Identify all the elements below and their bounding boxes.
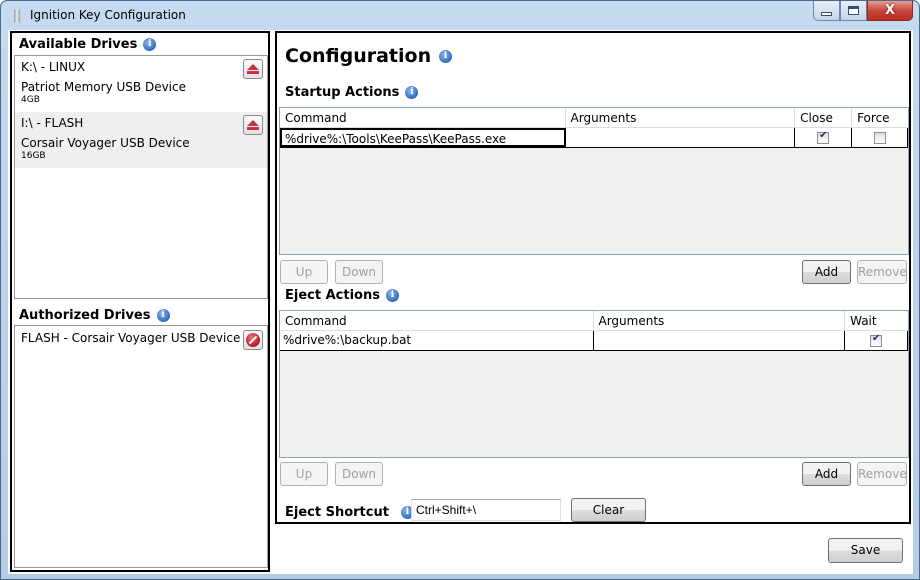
arguments-cell[interactable]: [594, 331, 846, 350]
startup-up-button[interactable]: Up: [280, 260, 328, 284]
app-window: Ignition Key Configuration X Available D…: [0, 0, 920, 580]
maximize-icon: [848, 6, 859, 15]
startup-down-button[interactable]: Down: [335, 260, 383, 284]
drive-item[interactable]: I:\ - FLASH Corsair Voyager USB Device 1…: [15, 112, 267, 168]
authorized-drives-title: Authorized Drives: [19, 308, 151, 323]
eject-up-button[interactable]: Up: [280, 462, 328, 486]
configuration-panel: Configuration i Startup Actions i Comman…: [275, 31, 911, 524]
column-header-force[interactable]: Force: [852, 108, 908, 127]
info-icon[interactable]: i: [439, 49, 453, 63]
close-button[interactable]: X: [867, 1, 913, 21]
drives-panel: Available Drives i K:\ - LINUX Patriot M…: [10, 31, 270, 572]
usb-key-icon: [14, 9, 20, 23]
close-checkbox[interactable]: [817, 130, 830, 144]
arguments-cell[interactable]: [566, 128, 796, 147]
eject-shortcut-label: Eject Shortcut: [285, 505, 389, 520]
force-cell: [852, 128, 908, 147]
eject-down-button[interactable]: Down: [335, 462, 383, 486]
startup-add-button[interactable]: Add: [802, 260, 851, 284]
command-cell[interactable]: %drive%:\backup.bat: [280, 331, 594, 350]
drive-label: K:\ - LINUX: [21, 60, 86, 74]
grid-header: Command Arguments Close Force: [280, 108, 908, 128]
startup-actions-header: Startup Actions i: [285, 85, 419, 100]
info-icon[interactable]: i: [143, 38, 157, 51]
close-icon: X: [884, 3, 896, 18]
eject-button[interactable]: [243, 115, 263, 135]
info-icon[interactable]: i: [405, 86, 419, 99]
eject-shortcut-input[interactable]: [411, 499, 561, 521]
drive-item[interactable]: K:\ - LINUX Patriot Memory USB Device 4G…: [15, 56, 267, 112]
command-cell[interactable]: %drive%:\Tools\KeePass\KeePass.exe: [280, 128, 566, 147]
force-checkbox[interactable]: [873, 131, 886, 144]
drive-device: Corsair Voyager USB Device: [21, 136, 190, 150]
available-drives-header: Available Drives i: [19, 37, 157, 52]
eject-actions-grid[interactable]: Command Arguments Wait %drive%:\backup.b…: [279, 310, 909, 458]
table-row[interactable]: %drive%:\Tools\KeePass\KeePass.exe: [280, 128, 908, 148]
configuration-header: Configuration i: [285, 45, 453, 67]
window-controls: X: [813, 1, 913, 21]
title-bar[interactable]: Ignition Key Configuration X: [1, 1, 919, 31]
eject-shortcut-header: Eject Shortcut i: [285, 505, 414, 520]
available-drives-title: Available Drives: [19, 37, 138, 52]
grid-header: Command Arguments Wait: [280, 311, 908, 331]
eject-add-button[interactable]: Add: [802, 462, 851, 486]
available-drives-list[interactable]: K:\ - LINUX Patriot Memory USB Device 4G…: [14, 55, 268, 299]
wait-checkbox[interactable]: [870, 333, 883, 347]
eject-actions-title: Eject Actions: [285, 288, 380, 303]
drive-size: 16GB: [21, 151, 46, 161]
eject-icon: [247, 64, 259, 74]
startup-actions-grid[interactable]: Command Arguments Close Force %drive%:\T…: [279, 107, 909, 255]
authorized-drive-item[interactable]: FLASH - Corsair Voyager USB Device: [15, 326, 267, 352]
column-header-command[interactable]: Command: [280, 108, 566, 127]
eject-icon: [247, 120, 259, 130]
maximize-button[interactable]: [840, 1, 867, 21]
block-icon: [246, 333, 260, 347]
close-cell: [795, 128, 853, 147]
authorized-drive-label: FLASH - Corsair Voyager USB Device: [21, 331, 241, 345]
info-icon[interactable]: i: [156, 309, 170, 322]
column-header-wait[interactable]: Wait: [845, 311, 908, 330]
table-row[interactable]: %drive%:\backup.bat: [280, 331, 908, 351]
drive-device: Patriot Memory USB Device: [21, 80, 186, 94]
info-icon[interactable]: i: [385, 289, 399, 302]
wait-cell: [845, 331, 908, 350]
eject-actions-header: Eject Actions i: [285, 288, 399, 303]
configuration-title: Configuration: [285, 45, 432, 67]
column-header-command[interactable]: Command: [280, 311, 594, 330]
startup-actions-title: Startup Actions: [285, 85, 400, 100]
clear-shortcut-button[interactable]: Clear: [571, 498, 646, 522]
column-header-close[interactable]: Close: [795, 108, 853, 127]
column-header-arguments[interactable]: Arguments: [594, 311, 846, 330]
eject-button[interactable]: [243, 59, 263, 79]
authorized-drives-header: Authorized Drives i: [19, 308, 170, 323]
startup-remove-button[interactable]: Remove: [857, 260, 907, 284]
minimize-button[interactable]: [813, 1, 840, 21]
drive-label: I:\ - FLASH: [21, 116, 84, 130]
window-title: Ignition Key Configuration: [30, 8, 186, 22]
client-area: Available Drives i K:\ - LINUX Patriot M…: [8, 30, 913, 574]
save-button[interactable]: Save: [828, 538, 903, 563]
minimize-icon: [821, 11, 832, 16]
authorized-drives-list[interactable]: FLASH - Corsair Voyager USB Device: [14, 325, 268, 568]
eject-remove-button[interactable]: Remove: [857, 462, 907, 486]
drive-size: 4GB: [21, 95, 40, 105]
column-header-arguments[interactable]: Arguments: [566, 108, 796, 127]
deauthorize-button[interactable]: [243, 330, 263, 350]
